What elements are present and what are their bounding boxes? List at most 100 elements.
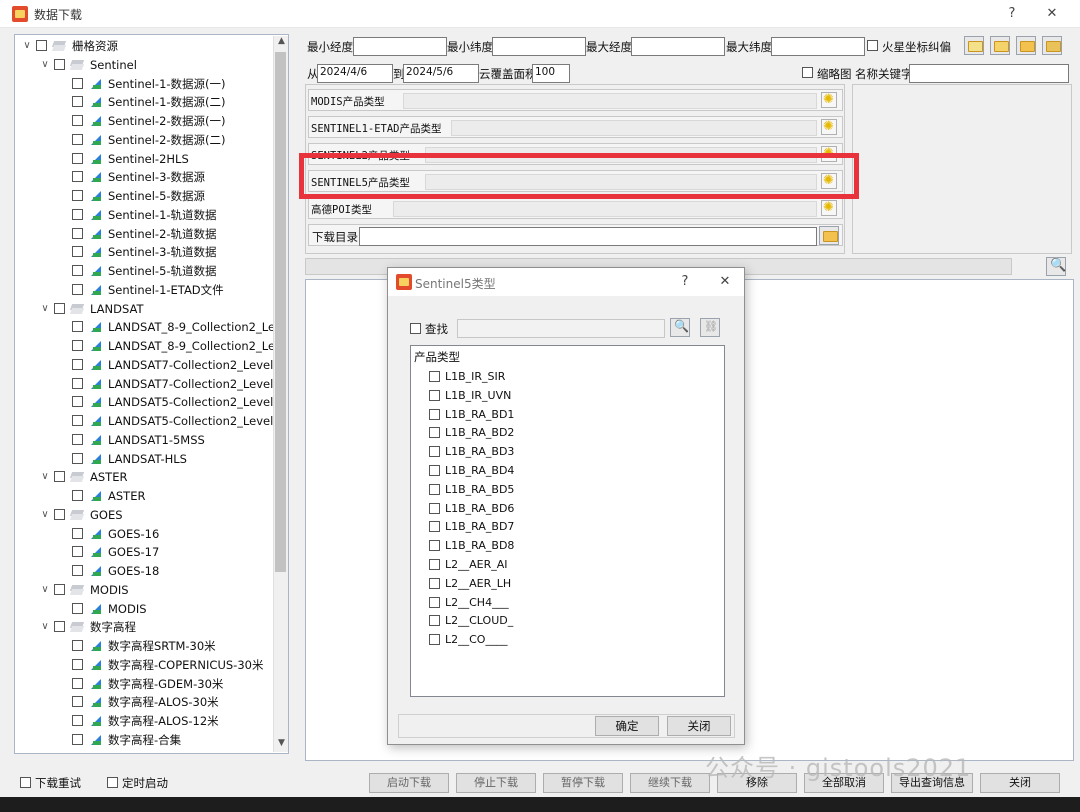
tree-item-row[interactable]: 数字高程-ALOS-12米 [15, 712, 273, 730]
list-item-checkbox[interactable] [429, 615, 440, 627]
scroll-up-icon[interactable]: ▲ [274, 36, 289, 46]
tree-checkbox[interactable] [54, 583, 65, 595]
tree-checkbox[interactable] [72, 602, 83, 614]
tree-checkbox[interactable] [72, 527, 83, 539]
gear-icon[interactable] [821, 119, 837, 135]
tree-checkbox[interactable] [72, 77, 83, 89]
tree-item-row[interactable]: Sentinel-3-轨道数据 [15, 243, 273, 261]
dialog-search-input[interactable] [457, 319, 665, 338]
tree-checkbox[interactable] [54, 58, 65, 70]
retry-checkbox[interactable] [20, 777, 31, 788]
tree-checkbox[interactable] [72, 396, 83, 408]
tree-group-row[interactable]: ∨ LANDSAT [15, 300, 273, 318]
list-item-checkbox[interactable] [429, 502, 440, 514]
select-area-icon[interactable] [964, 36, 984, 55]
start-download-button[interactable]: 启动下载 [369, 773, 449, 793]
tree-item-row[interactable]: GOES-18 [15, 562, 273, 580]
help-button[interactable]: ? [1000, 4, 1024, 24]
open-folder-icon[interactable] [1016, 36, 1036, 55]
tree-item-row[interactable]: LANDSAT5-Collection2_Level2 [15, 412, 281, 430]
link-icon[interactable]: ⛓ [700, 318, 720, 337]
tree-scroll-thumb[interactable] [275, 52, 286, 572]
tree-checkbox[interactable] [72, 133, 83, 145]
product-row-field[interactable] [451, 120, 817, 136]
tree-checkbox[interactable] [72, 377, 83, 389]
timer-checkbox[interactable] [107, 777, 118, 788]
tree-item-row[interactable]: Sentinel-1-轨道数据 [15, 206, 273, 224]
tree-checkbox[interactable] [72, 565, 83, 576]
cloud-spinbox[interactable]: 100 [532, 64, 570, 83]
min-lon-input[interactable] [353, 37, 447, 56]
list-item-checkbox[interactable] [429, 559, 440, 570]
tree-checkbox[interactable] [72, 490, 83, 501]
tree-item-row[interactable]: Sentinel-2-数据源(一) [15, 112, 273, 130]
tree-item-row[interactable]: Sentinel-2-数据源(二) [15, 131, 273, 149]
gear-icon[interactable] [821, 200, 837, 216]
tree-item-row[interactable]: 数字高程-合集 [15, 731, 273, 749]
tree-item-row[interactable]: MODIS [15, 600, 273, 618]
thumb-checkbox[interactable] [802, 67, 813, 78]
tree-item-row[interactable]: GOES-16 [15, 525, 273, 543]
tree-item-row[interactable]: ASTER [15, 487, 273, 505]
search-checkbox[interactable] [410, 323, 421, 334]
list-item-checkbox[interactable] [429, 540, 440, 552]
date-from-input[interactable]: 2024/4/6 [317, 64, 393, 83]
tree-checkbox[interactable] [72, 358, 83, 370]
stop-download-button[interactable]: 停止下载 [456, 773, 536, 793]
tree-checkbox[interactable] [72, 227, 83, 239]
tree-checkbox[interactable] [72, 433, 83, 445]
chevron-down-icon[interactable]: ∨ [39, 506, 51, 524]
tree-item-row[interactable]: Sentinel-2HLS [15, 150, 273, 168]
tree-checkbox[interactable] [72, 733, 83, 745]
list-item-checkbox[interactable] [429, 483, 440, 495]
tree-checkbox[interactable] [72, 546, 83, 558]
tree-checkbox[interactable] [72, 190, 83, 201]
max-lon-input[interactable] [631, 37, 725, 56]
download-dir-input[interactable] [359, 227, 817, 246]
tree-group-row[interactable]: ∨ ASTER [15, 468, 273, 486]
close-button[interactable]: 关闭 [980, 773, 1060, 793]
dialog-close-button[interactable]: ✕ [713, 272, 737, 292]
tree-item-row[interactable]: Sentinel-1-数据源(二) [15, 93, 273, 111]
list-item-checkbox[interactable] [429, 408, 440, 420]
tree-item-row[interactable]: GOES-17 [15, 543, 273, 561]
tree-item-row[interactable]: Sentinel-1-ETAD文件 [15, 281, 273, 299]
tree-checkbox[interactable] [72, 340, 83, 351]
gear-icon[interactable] [821, 92, 837, 108]
tree-item-row[interactable]: Sentinel-5-轨道数据 [15, 262, 273, 280]
tree-item-row[interactable]: Sentinel-2-轨道数据 [15, 225, 273, 243]
scroll-down-icon[interactable]: ▼ [274, 738, 289, 748]
tree-item-row[interactable]: 数字高程-COPERNICUS-30米 [15, 656, 273, 674]
mars-fix-checkbox[interactable] [867, 40, 878, 51]
tree-checkbox[interactable] [72, 415, 83, 426]
chevron-down-icon[interactable]: ∨ [39, 618, 51, 636]
tree-checkbox[interactable] [72, 152, 83, 164]
tree-item-row[interactable]: Sentinel-3-数据源 [15, 168, 273, 186]
tree-checkbox[interactable] [54, 508, 65, 520]
tree-checkbox[interactable] [72, 321, 83, 333]
tree-checkbox[interactable] [72, 208, 83, 220]
list-item-checkbox[interactable] [429, 446, 440, 458]
tree-item-row[interactable]: LANDSAT7-Collection2_Level2 [15, 375, 281, 393]
tree-item-row[interactable]: 数字高程-ALOS-30米 [15, 693, 273, 711]
chevron-down-icon[interactable]: ∨ [39, 300, 51, 318]
tree-checkbox[interactable] [72, 265, 83, 276]
tree-checkbox[interactable] [72, 658, 83, 670]
resume-download-button[interactable]: 继续下载 [630, 773, 710, 793]
list-item-checkbox[interactable] [429, 577, 440, 589]
tree-checkbox[interactable] [72, 715, 83, 726]
close-window-button[interactable]: ✕ [1040, 4, 1064, 24]
tree-group-row[interactable]: ∨ GOES [15, 506, 273, 524]
tree-item-row[interactable]: LANDSAT5-Collection2_Level1 [15, 393, 281, 411]
tree-item-row[interactable]: Sentinel-1-数据源(一) [15, 75, 273, 93]
list-item-checkbox[interactable] [429, 389, 440, 401]
chevron-down-icon[interactable]: ∨ [39, 468, 51, 486]
tree-checkbox[interactable] [72, 246, 83, 258]
list-item-checkbox[interactable] [429, 596, 440, 608]
tree-checkbox[interactable] [72, 283, 83, 295]
chevron-down-icon[interactable]: ∨ [39, 56, 51, 74]
list-item-checkbox[interactable] [429, 465, 440, 476]
tree-checkbox[interactable] [72, 640, 83, 651]
dialog-search-icon[interactable]: 🔍 [670, 318, 690, 337]
list-item-checkbox[interactable] [429, 634, 440, 646]
